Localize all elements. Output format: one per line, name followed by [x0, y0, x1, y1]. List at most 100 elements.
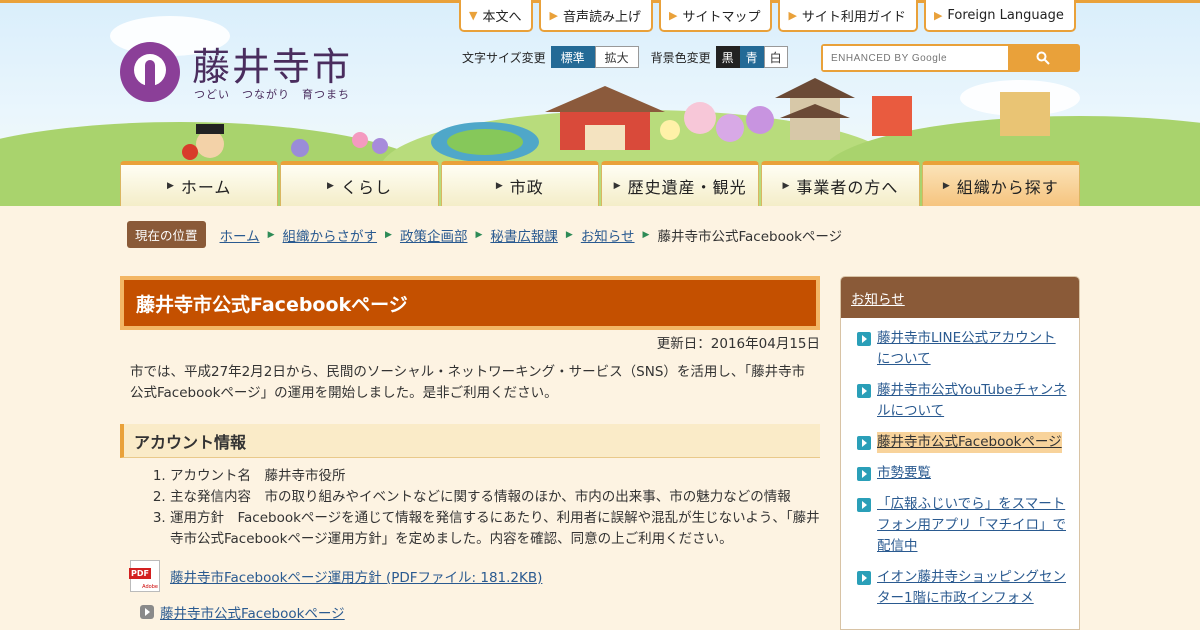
sidebar-item[interactable]: イオン藤井寺ショッピングセンター1階に市政インフォメ [857, 567, 1069, 609]
updated-date: 更新日：2016年04月15日 [656, 336, 820, 352]
nav-label: 組織から探す [956, 177, 1059, 197]
arrow-right-icon: ▶ [668, 8, 678, 22]
nav-organization[interactable]: ▶ 組織から探す [921, 161, 1080, 206]
nav-city-admin[interactable]: ▶ 市政 [440, 161, 599, 206]
arrow-right-icon: ▶ [933, 8, 943, 22]
sidebar-list: 藤井寺市LINE公式アカウントについて 藤井寺市公式YouTubeチャンネルにつ… [841, 318, 1079, 609]
sidebar-item-current[interactable]: 藤井寺市公式Facebookページ [857, 432, 1069, 453]
nav-label: ホーム [180, 177, 232, 197]
breadcrumb-link-organization[interactable]: 組織からさがす [283, 225, 378, 245]
global-nav: ▶ ホーム ▶ くらし ▶ 市政 ▶ 歴史遺産・観光 ▶ 事業者の方へ ▶ 組織から探す [120, 161, 1080, 206]
chevron-right-icon: ▶ [642, 229, 650, 240]
nav-label: 事業者の方へ [796, 177, 899, 197]
pdf-link[interactable]: 藤井寺市Facebookページ運用方針 (PDFファイル: 181.2KB) [170, 566, 542, 586]
intro-text: 市では、平成27年2月2日から、民間のソーシャル・ネットワーキング・サービス（S… [130, 364, 806, 401]
search-icon [1036, 51, 1050, 65]
link-arrow-icon [140, 605, 154, 619]
arrow-right-icon: ▶ [788, 8, 797, 22]
site-search [821, 44, 1080, 72]
breadcrumb-current: 藤井寺市公式Facebookページ [657, 228, 843, 245]
chevron-right-icon: ▶ [267, 229, 275, 240]
text-size-label: 文字サイズ変更 [462, 50, 546, 65]
sidebar-link[interactable]: 藤井寺市公式Facebookページ [877, 432, 1062, 453]
skip-to-content-button[interactable]: ▼ 本文へ [459, 0, 534, 32]
sidebar-link[interactable]: 市勢要覧 [877, 463, 931, 484]
utility-label: サイト利用ガイド [801, 9, 906, 25]
article: 藤井寺市公式Facebookページ 更新日：2016年04月15日 市では、平成… [120, 276, 820, 622]
pdf-icon-label: PDF [129, 568, 151, 579]
chevron-right-icon: ▶ [565, 229, 573, 240]
accessibility-controls: 文字サイズ変更 標準 拡大 背景色変更 黒 青 白 [462, 46, 788, 68]
sidebar-link[interactable]: イオン藤井寺ショッピングセンター1階に市政インフォメ [877, 567, 1069, 609]
facebook-page-link[interactable]: 藤井寺市公式Facebookページ [160, 602, 345, 622]
foreign-language-button[interactable]: ▶ Foreign Language [923, 0, 1076, 32]
sitemap-button[interactable]: ▶ サイトマップ [658, 0, 773, 32]
bg-blue-button[interactable]: 青 [739, 46, 764, 68]
sidebar-link[interactable]: 藤井寺市公式YouTubeチャンネルについて [877, 380, 1069, 422]
breadcrumb-label: 現在の位置 [127, 221, 206, 248]
text-size-large-button[interactable]: 拡大 [594, 46, 639, 68]
main-area: 現在の位置 ホーム ▶ 組織からさがす ▶ 政策企画部 ▶ 秘書広報課 ▶ お知… [0, 206, 1200, 630]
section-heading: アカウント情報 [120, 424, 820, 458]
triangle-right-icon: ▶ [495, 180, 504, 191]
breadcrumb-link-home[interactable]: ホーム [220, 225, 260, 245]
list-item: 主な発信内容 市の取り組みやイベントなどに関する情報のほか、市内の出来事、市の魅… [170, 487, 820, 508]
site-logo[interactable]: 藤井寺市 つどい つながり 育つまち [120, 40, 360, 104]
link-arrow-icon [857, 332, 871, 346]
sidebar: お知らせ 藤井寺市LINE公式アカウントについて 藤井寺市公式YouTubeチャ… [840, 276, 1080, 630]
site-header: 藤井寺市 つどい つながり 育つまち ▼ 本文へ ▶ 音声読み上げ ▶ サイトマップ … [0, 0, 1200, 206]
sidebar-item[interactable]: 藤井寺市LINE公式アカウントについて [857, 328, 1069, 370]
triangle-right-icon: ▶ [942, 180, 951, 191]
site-name: 藤井寺市 [192, 45, 353, 89]
arrow-down-icon: ▼ [469, 8, 478, 22]
link-arrow-icon [857, 467, 871, 481]
nav-living[interactable]: ▶ くらし [280, 161, 439, 206]
chevron-right-icon: ▶ [385, 229, 392, 240]
facebook-link-row: 藤井寺市公式Facebookページ [120, 602, 820, 622]
chevron-right-icon: ▶ [475, 229, 483, 240]
pdf-link-row: PDF Adobe 藤井寺市Facebookページ運用方針 (PDFファイル: 1… [120, 560, 820, 592]
sidebar-item[interactable]: 「広報ふじいでら」をスマートフォン用アプリ「マチイロ」で配信中 [857, 494, 1069, 557]
pdf-icon: PDF Adobe [129, 560, 160, 592]
list-item: 運用方針 Facebookページを通じて情報を発信するにあたり、利用者に誤解や混… [170, 508, 820, 550]
triangle-right-icon: ▶ [782, 180, 791, 191]
nav-history-tourism[interactable]: ▶ 歴史遺産・観光 [600, 161, 760, 206]
utility-label: 本文へ [482, 9, 522, 25]
search-input[interactable] [823, 46, 1008, 70]
bg-white-button[interactable]: 白 [763, 46, 788, 68]
link-arrow-icon [857, 498, 871, 512]
utility-label: Foreign Language [947, 7, 1064, 23]
list-item: アカウント名 藤井寺市役所 [170, 466, 820, 487]
nav-label: 市政 [509, 177, 544, 197]
breadcrumb-link-policy[interactable]: 政策企画部 [400, 225, 468, 245]
sidebar-heading[interactable]: お知らせ [841, 277, 1079, 318]
utility-label: 音声読み上げ [562, 9, 641, 25]
nav-label: 歴史遺産・観光 [627, 177, 747, 197]
triangle-right-icon: ▶ [166, 180, 175, 191]
arrow-right-icon: ▶ [549, 8, 558, 22]
sidebar-link[interactable]: 「広報ふじいでら」をスマートフォン用アプリ「マチイロ」で配信中 [877, 494, 1069, 557]
sidebar-item[interactable]: 市勢要覧 [857, 463, 1069, 484]
triangle-right-icon: ▶ [327, 180, 335, 191]
search-button[interactable] [1008, 46, 1078, 70]
bg-black-button[interactable]: 黒 [715, 46, 740, 68]
text-size-standard-button[interactable]: 標準 [550, 46, 595, 68]
utility-nav: ▼ 本文へ ▶ 音声読み上げ ▶ サイトマップ ▶ サイト利用ガイド ▶ Foreign … [459, 0, 1076, 32]
nav-label: くらし [340, 177, 392, 197]
site-guide-button[interactable]: ▶ サイト利用ガイド [778, 0, 918, 32]
utility-label: サイトマップ [682, 9, 761, 25]
nav-home[interactable]: ▶ ホーム [120, 161, 279, 206]
site-tagline: つどい つながり 育つまち [194, 88, 350, 101]
page-title: 藤井寺市公式Facebookページ [120, 276, 820, 330]
bg-color-label: 背景色変更 [650, 50, 711, 65]
triangle-right-icon: ▶ [613, 180, 622, 191]
link-arrow-icon [857, 571, 871, 585]
breadcrumb-link-news[interactable]: お知らせ [581, 225, 635, 245]
breadcrumb: 現在の位置 ホーム ▶ 組織からさがす ▶ 政策企画部 ▶ 秘書広報課 ▶ お知… [127, 221, 842, 248]
account-info-list: アカウント名 藤井寺市役所 主な発信内容 市の取り組みやイベントなどに関する情報… [120, 466, 820, 550]
sidebar-item[interactable]: 藤井寺市公式YouTubeチャンネルについて [857, 380, 1069, 422]
sidebar-link[interactable]: 藤井寺市LINE公式アカウントについて [877, 328, 1069, 370]
nav-business[interactable]: ▶ 事業者の方へ [761, 161, 920, 206]
breadcrumb-link-pr[interactable]: 秘書広報課 [490, 225, 558, 245]
read-aloud-button[interactable]: ▶ 音声読み上げ [539, 0, 653, 32]
